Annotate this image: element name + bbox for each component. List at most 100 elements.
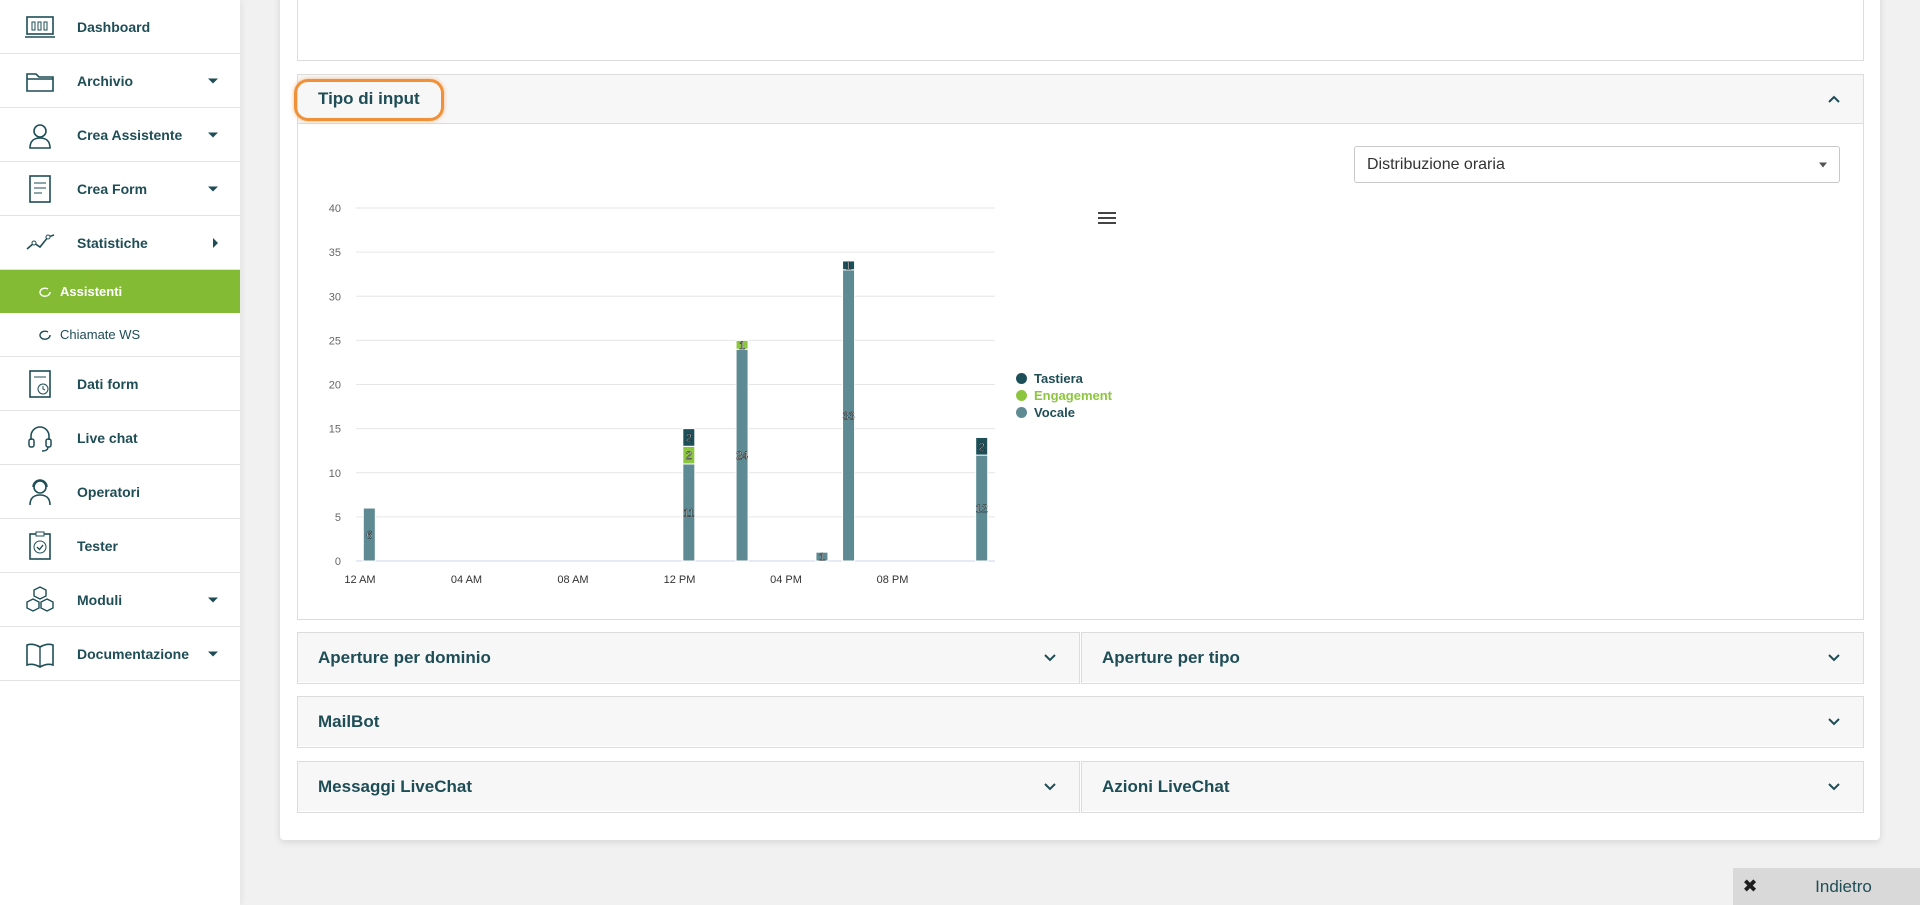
assistant-icon <box>24 119 56 151</box>
legend-item[interactable]: Tastiera <box>1016 370 1112 387</box>
panel-title: MailBot <box>318 711 380 731</box>
x-tick-label: 08 AM <box>557 574 588 586</box>
chart-legend: Tastiera Engagement Vocale <box>1016 370 1112 421</box>
sidebar-subitem-label: Chiamate WS <box>60 327 141 342</box>
sidebar-item-label: Operatori <box>77 483 141 500</box>
x-tick-label: 08 PM <box>877 574 909 586</box>
x-tick-label: 12 PM <box>664 574 696 586</box>
book-icon <box>24 638 56 670</box>
data-label: 1 <box>739 340 745 352</box>
back-button[interactable]: Indietro <box>1767 877 1920 897</box>
legend-label: Vocale <box>1034 405 1075 420</box>
data-label: 11 <box>683 507 694 519</box>
panel-header-aperture-per-tipo[interactable]: Aperture per tipo <box>1082 633 1863 682</box>
panel-header-azioni-livechat[interactable]: Azioni LiveChat <box>1082 762 1863 811</box>
panel-title: Azioni LiveChat <box>1102 776 1230 796</box>
panel-mailbot: MailBot <box>297 696 1864 748</box>
sidebar-item-crea-form[interactable]: Crea Form <box>0 162 240 216</box>
form-icon <box>24 173 56 205</box>
folder-icon <box>24 65 56 97</box>
legend-label: Engagement <box>1034 388 1113 403</box>
sidebar-item-moduli[interactable]: Moduli <box>0 573 240 627</box>
chevron-down-icon[interactable] <box>1043 782 1057 792</box>
panel-aperture-per-tipo: Aperture per tipo <box>1081 632 1864 684</box>
y-tick-label: 0 <box>335 556 341 568</box>
y-tick-label: 15 <box>329 424 341 436</box>
legend-label: Tastiera <box>1034 371 1083 386</box>
data-label: 1 <box>846 260 852 272</box>
chevron-down-icon[interactable] <box>1827 653 1841 663</box>
chart-menu-icon[interactable] <box>1098 212 1116 228</box>
circle-arrow-icon <box>39 330 51 340</box>
legend-dot <box>1016 373 1027 384</box>
panel-title: Aperture per tipo <box>1102 647 1240 667</box>
y-tick-label: 10 <box>329 468 341 480</box>
back-bar: ✖ Indietro <box>1733 868 1920 905</box>
form-data-icon <box>24 368 56 400</box>
data-label: 33 <box>842 410 854 422</box>
distribution-select[interactable]: Distribuzione oraria <box>1354 146 1840 183</box>
sidebar-item-documentazione[interactable]: Documentazione <box>0 627 240 681</box>
chevron-down-icon[interactable] <box>1827 717 1841 727</box>
panel-header-tipo-di-input[interactable]: Tipo di input <box>294 75 1863 124</box>
legend-item[interactable]: Vocale <box>1016 404 1112 421</box>
sidebar-item-dashboard[interactable]: Dashboard <box>0 0 240 54</box>
modules-icon <box>24 584 56 616</box>
chevron-down-icon[interactable] <box>1827 782 1841 792</box>
sidebar-item-live-chat[interactable]: Live chat <box>0 411 240 465</box>
sidebar-item-label: Dati form <box>77 375 139 392</box>
sidebar-item-tester[interactable]: Tester <box>0 519 240 573</box>
y-tick-label: 30 <box>329 291 341 303</box>
data-label: 1 <box>819 552 825 564</box>
data-label: 2 <box>686 450 692 462</box>
chevron-up-icon[interactable] <box>1827 94 1841 104</box>
tester-icon <box>24 530 56 562</box>
operator-icon <box>24 476 56 508</box>
y-tick-label: 25 <box>329 335 341 347</box>
sidebar: Dashboard Archivio Crea Assistente Crea For… <box>0 0 240 905</box>
x-tick-label: 12 AM <box>344 574 375 586</box>
sidebar-item-label: Crea Assistente <box>77 126 183 143</box>
panel-header-messaggi-livechat[interactable]: Messaggi LiveChat <box>298 762 1079 811</box>
sidebar-item-crea-assistente[interactable]: Crea Assistente <box>0 108 240 162</box>
panel-title: Messaggi LiveChat <box>318 776 472 796</box>
sidebar-item-operatori[interactable]: Operatori <box>0 465 240 519</box>
data-label: 2 <box>686 432 692 444</box>
y-tick-label: 40 <box>329 203 341 215</box>
caret-down-icon <box>208 651 218 656</box>
sidebar-item-label: Crea Form <box>77 180 148 197</box>
legend-dot <box>1016 390 1027 401</box>
panel-header-mailbot[interactable]: MailBot <box>298 697 1863 746</box>
stacked-bar-chart: 0 5 10 15 20 25 30 35 40 12 AM 04 AM 08 AM 12 PM 04 P… <box>329 203 995 586</box>
legend-dot <box>1016 407 1027 418</box>
legend-item[interactable]: Engagement <box>1016 387 1112 404</box>
y-tick-label: 20 <box>329 380 341 392</box>
data-label: 24 <box>736 450 748 462</box>
panel-messaggi-livechat: Messaggi LiveChat <box>297 761 1080 813</box>
data-label: 6 <box>366 530 372 542</box>
y-tick-label: 5 <box>335 512 341 524</box>
panel-header-aperture-per-dominio[interactable]: Aperture per dominio <box>298 633 1079 682</box>
panel-aperture-per-dominio: Aperture per dominio <box>297 632 1080 684</box>
caret-down-icon <box>208 132 218 137</box>
top-panel-remnant <box>297 0 1864 61</box>
caret-down-icon <box>1819 162 1827 167</box>
sidebar-item-dati-form[interactable]: Dati form <box>0 357 240 411</box>
close-icon[interactable]: ✖ <box>1733 868 1767 905</box>
sidebar-subitem-assistenti[interactable]: Assistenti <box>0 270 240 313</box>
sidebar-subitem-label: Assistenti <box>60 284 123 299</box>
x-tick-label: 04 AM <box>451 574 482 586</box>
sidebar-item-archivio[interactable]: Archivio <box>0 54 240 108</box>
x-tick-label: 04 PM <box>770 574 802 586</box>
sidebar-subitem-chiamate-ws[interactable]: Chiamate WS <box>0 313 240 357</box>
sidebar-item-label: Moduli <box>77 591 123 608</box>
caret-down-icon <box>208 78 218 83</box>
caret-down-icon <box>208 597 218 602</box>
caret-right-icon <box>213 237 218 248</box>
sidebar-item-label: Archivio <box>77 72 134 89</box>
chevron-down-icon[interactable] <box>1043 653 1057 663</box>
y-tick-label: 35 <box>329 247 341 259</box>
sidebar-item-label: Documentazione <box>77 645 190 662</box>
sidebar-item-statistiche[interactable]: Statistiche <box>0 216 240 270</box>
sidebar-item-label: Live chat <box>77 429 138 446</box>
